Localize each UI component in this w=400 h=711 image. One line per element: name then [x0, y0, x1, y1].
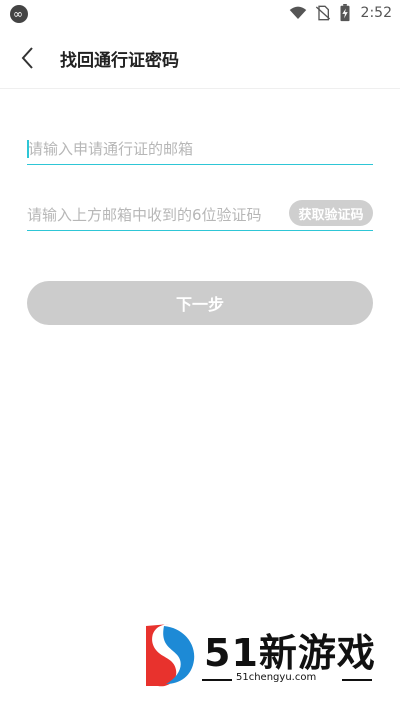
back-button[interactable] — [14, 44, 42, 72]
text-cursor — [27, 140, 29, 158]
watermark-logo-icon — [146, 624, 195, 687]
wifi-icon — [289, 6, 306, 19]
header-divider — [0, 88, 400, 89]
watermark-line-left — [202, 679, 232, 681]
battery-charging-icon — [340, 4, 350, 22]
get-code-button[interactable]: 获取验证码 — [289, 200, 373, 226]
watermark: 51新游戏 51chengyu.com — [140, 612, 380, 692]
status-bar: 2:52 — [0, 0, 400, 28]
clock: 2:52 — [360, 5, 392, 21]
code-input[interactable] — [27, 200, 277, 230]
header: 找回通行证密码 — [0, 30, 400, 86]
email-field[interactable] — [27, 134, 374, 165]
watermark-line-right — [342, 679, 372, 681]
page-title: 找回通行证密码 — [60, 51, 179, 71]
watermark-url-row: 51chengyu.com — [202, 672, 372, 686]
watermark-title: 51新游戏 — [204, 631, 376, 675]
next-button[interactable]: 下一步 — [27, 281, 373, 325]
watermark-url: 51chengyu.com — [236, 672, 317, 683]
code-field[interactable]: 获取验证码 — [27, 200, 373, 231]
app-logo-icon — [10, 5, 28, 23]
chevron-left-icon — [21, 47, 33, 69]
email-input[interactable] — [27, 134, 374, 164]
no-sim-icon — [315, 5, 330, 21]
status-icons: 2:52 — [289, 4, 392, 22]
